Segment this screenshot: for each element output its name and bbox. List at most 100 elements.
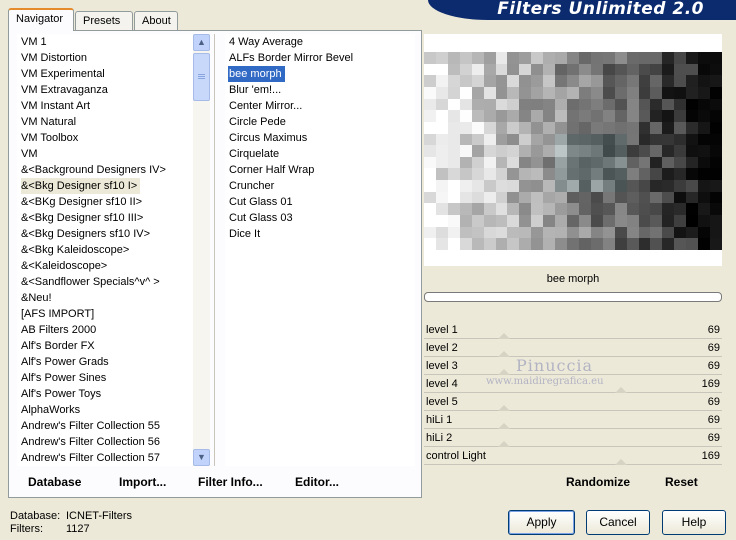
filter-item[interactable]: Center Mirror...: [225, 98, 415, 114]
category-item[interactable]: Alf's Border FX: [17, 338, 193, 354]
category-scrollbar[interactable]: ▲ ▼: [193, 34, 210, 466]
category-item[interactable]: VM Distortion: [17, 50, 193, 66]
category-label: Andrew's Filter Collection 57: [21, 452, 161, 464]
filter-item[interactable]: bee morph: [225, 66, 415, 82]
category-label: Alf's Power Grads: [21, 356, 109, 368]
filter-label: Corner Half Wrap: [229, 164, 315, 176]
filter-label: 4 Way Average: [229, 36, 303, 48]
tab-navigator[interactable]: Navigator: [8, 8, 74, 31]
filter-list[interactable]: 4 Way Average ALFs Border Mirror Bevel bee…: [225, 34, 415, 466]
filter-item[interactable]: Corner Half Wrap: [225, 162, 415, 178]
category-item[interactable]: Andrew's Filter Collection 57: [17, 450, 193, 466]
filter-label: Circle Pede: [229, 116, 286, 128]
preset-button-bar: Randomize Reset: [424, 470, 722, 494]
slider-track[interactable]: [424, 446, 722, 447]
filter-item[interactable]: Cut Glass 03: [225, 210, 415, 226]
category-item[interactable]: AlphaWorks: [17, 402, 193, 418]
slider-track[interactable]: [424, 338, 722, 339]
filter-item[interactable]: 4 Way Average: [225, 34, 415, 50]
slider-thumb[interactable]: [498, 423, 511, 429]
category-item[interactable]: &<Background Designers IV>: [17, 162, 193, 178]
param-label: hiLi 2: [426, 432, 453, 444]
category-item[interactable]: [AFS IMPORT]: [17, 306, 193, 322]
param-value: 69: [707, 342, 720, 354]
category-item[interactable]: &<Bkg Kaleidoscope>: [17, 242, 193, 258]
tab-presets[interactable]: Presets: [75, 11, 133, 31]
category-item[interactable]: &<Kaleidoscope>: [17, 258, 193, 274]
import-button[interactable]: Import...: [119, 475, 166, 489]
category-item[interactable]: VM Extravaganza: [17, 82, 193, 98]
category-item[interactable]: VM Toolbox: [17, 130, 193, 146]
randomize-button[interactable]: Randomize: [566, 475, 630, 489]
slider-thumb[interactable]: [498, 369, 511, 375]
filter-label: bee morph: [228, 66, 285, 82]
category-label: &<Bkg Kaleidoscope>: [21, 244, 130, 256]
slider-thumb[interactable]: [498, 441, 511, 447]
category-label: VM Experimental: [21, 68, 105, 80]
category-item[interactable]: Andrew's Filter Collection 55: [17, 418, 193, 434]
param-slider[interactable]: level 1 69: [424, 322, 722, 340]
category-label: &<Bkg Designers sf10 IV>: [21, 228, 151, 240]
slider-track[interactable]: [424, 410, 722, 411]
scroll-down-button[interactable]: ▼: [193, 449, 210, 466]
param-slider[interactable]: control Light 169: [424, 448, 722, 466]
scroll-up-button[interactable]: ▲: [193, 34, 210, 51]
param-label: control Light: [426, 450, 486, 462]
category-item[interactable]: VM 1: [17, 34, 193, 50]
watermark-url: www.maidiregrafica.eu: [486, 376, 604, 387]
slider-thumb[interactable]: [614, 387, 627, 393]
category-item[interactable]: VM Instant Art: [17, 98, 193, 114]
category-item[interactable]: VM: [17, 146, 193, 162]
parameter-sliders: level 1 69 level 2 69 level 3 69 level 4 169 lev…: [424, 322, 722, 468]
apply-button[interactable]: Apply: [508, 510, 575, 535]
filter-item[interactable]: Cirquelate: [225, 146, 415, 162]
cancel-button[interactable]: Cancel: [586, 510, 650, 535]
category-item[interactable]: &<Bkg Designer sf10 III>: [17, 210, 193, 226]
category-label: VM 1: [21, 36, 47, 48]
category-item[interactable]: &<Sandflower Specials^v^ >: [17, 274, 193, 290]
slider-track[interactable]: [424, 464, 722, 465]
param-slider[interactable]: hiLi 1 69: [424, 412, 722, 430]
param-slider[interactable]: hiLi 2 69: [424, 430, 722, 448]
filter-info-button[interactable]: Filter Info...: [198, 475, 263, 489]
category-list[interactable]: VM 1 VM Distortion VM Experimental VM Extra…: [17, 34, 193, 466]
reset-button[interactable]: Reset: [665, 475, 698, 489]
category-item[interactable]: &<BKg Designer sf10 II>: [17, 194, 193, 210]
category-item[interactable]: AB Filters 2000: [17, 322, 193, 338]
filter-item[interactable]: ALFs Border Mirror Bevel: [225, 50, 415, 66]
slider-thumb[interactable]: [614, 459, 627, 465]
category-label: Alf's Power Toys: [21, 388, 102, 400]
status-footer: Database: ICNET-Filters Filters: 1127: [10, 510, 132, 536]
category-item[interactable]: &<Bkg Designers sf10 IV>: [17, 226, 193, 242]
help-button[interactable]: Help: [662, 510, 726, 535]
list-divider: [214, 34, 215, 466]
slider-thumb[interactable]: [498, 405, 511, 411]
filter-item[interactable]: Blur 'em!...: [225, 82, 415, 98]
param-slider[interactable]: level 5 69: [424, 394, 722, 412]
category-item[interactable]: VM Natural: [17, 114, 193, 130]
slider-track[interactable]: [424, 428, 722, 429]
slider-thumb[interactable]: [498, 351, 511, 357]
category-item[interactable]: Alf's Power Toys: [17, 386, 193, 402]
filter-item[interactable]: Dice It: [225, 226, 415, 242]
category-item[interactable]: VM Experimental: [17, 66, 193, 82]
category-item[interactable]: &<Bkg Designer sf10 I>: [17, 178, 193, 194]
tab-about[interactable]: About: [134, 11, 178, 31]
database-button[interactable]: Database: [28, 475, 81, 489]
filter-item[interactable]: Circus Maximus: [225, 130, 415, 146]
category-label: VM Instant Art: [21, 100, 91, 112]
filter-item[interactable]: Cut Glass 01: [225, 194, 415, 210]
slider-thumb[interactable]: [498, 333, 511, 339]
category-item[interactable]: Alf's Power Sines: [17, 370, 193, 386]
scroll-thumb[interactable]: [193, 53, 210, 101]
database-value: ICNET-Filters: [66, 510, 132, 522]
slider-track[interactable]: [424, 392, 722, 393]
filter-item[interactable]: Circle Pede: [225, 114, 415, 130]
filter-item[interactable]: Cruncher: [225, 178, 415, 194]
filter-label: Cut Glass 03: [229, 212, 293, 224]
category-item[interactable]: Andrew's Filter Collection 56: [17, 434, 193, 450]
category-item[interactable]: &Neu!: [17, 290, 193, 306]
category-item[interactable]: Alf's Power Grads: [17, 354, 193, 370]
editor-button[interactable]: Editor...: [295, 475, 339, 489]
param-value: 69: [707, 414, 720, 426]
